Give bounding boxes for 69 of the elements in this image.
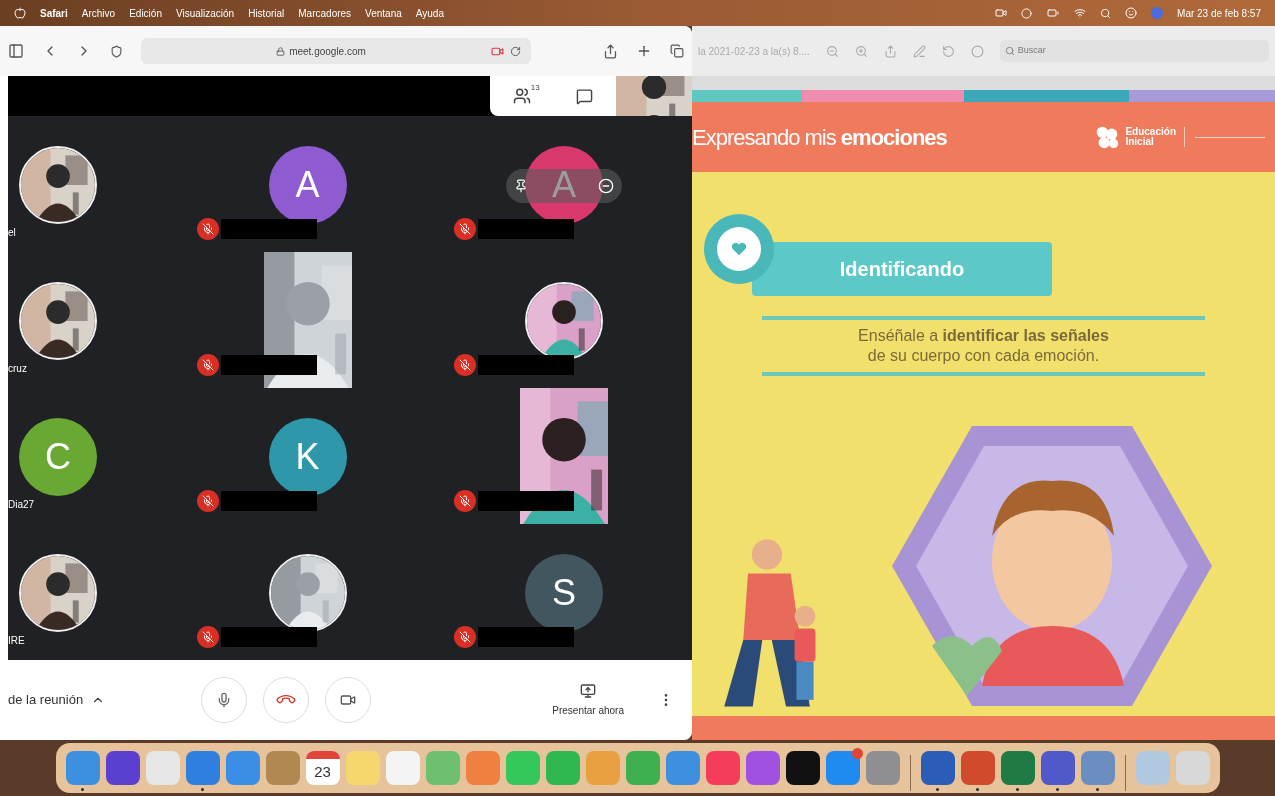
running-indicator	[81, 788, 84, 791]
avatar: C	[19, 418, 97, 496]
pin-icon[interactable]	[514, 179, 528, 193]
mic-off-icon	[454, 626, 476, 648]
menu-item[interactable]: Safari	[40, 5, 68, 21]
participant-count: 13	[530, 82, 540, 94]
menu-item[interactable]: Archivo	[81, 5, 116, 21]
meeting-details-label[interactable]: de la reunión	[8, 690, 84, 710]
camera-icon	[340, 692, 357, 708]
mic-off-icon	[197, 490, 219, 512]
mic-off-icon	[454, 218, 476, 240]
apple-icon[interactable]	[14, 7, 26, 19]
mic-off-icon	[454, 354, 476, 376]
address-field[interactable]: meet.google.com	[141, 38, 531, 64]
running-indicator	[1056, 788, 1059, 791]
sidebar-icon[interactable]	[8, 43, 24, 59]
rotate-icon[interactable]	[941, 44, 955, 58]
running-indicator	[1096, 788, 1099, 791]
window-title: la 2021-02-23 a la(s) 8....	[698, 44, 810, 59]
avatar: K	[268, 418, 347, 496]
shield-icon[interactable]	[110, 44, 123, 58]
participant-name: IRE	[8, 634, 25, 648]
search-icon	[1004, 46, 1015, 56]
markup-icon[interactable]	[912, 44, 926, 58]
menu-item[interactable]: Marcadores	[298, 5, 352, 21]
mic-off-icon	[197, 626, 219, 648]
wifi-icon[interactable]	[1074, 7, 1087, 19]
search-icon[interactable]	[1100, 7, 1112, 19]
heading-label: Identificando	[752, 242, 1052, 296]
chat-icon[interactable]	[576, 87, 594, 105]
status-icon[interactable]	[1021, 7, 1033, 19]
running-indicator	[936, 788, 939, 791]
url-text: meet.google.com	[289, 44, 366, 59]
running-indicator	[1016, 788, 1019, 791]
present-now-button[interactable]: Presentar ahora	[552, 682, 624, 718]
participant-name: el	[8, 226, 16, 240]
share-icon[interactable]	[603, 43, 618, 59]
battery-icon[interactable]	[1046, 7, 1061, 19]
slide-title: Expresando mis emociones	[692, 123, 947, 152]
menu-item[interactable]: Ventana	[365, 5, 402, 21]
reload-icon[interactable]	[510, 45, 521, 57]
lock-icon	[276, 46, 286, 56]
zoom-in-icon[interactable]	[854, 44, 868, 58]
new-tab-icon[interactable]	[636, 43, 652, 59]
participant-name: cruz	[8, 362, 27, 376]
menu-item[interactable]: Historial	[248, 5, 285, 21]
menu-item[interactable]: Edición	[129, 5, 162, 21]
mic-off-icon	[197, 354, 219, 376]
people-icon[interactable]	[512, 87, 531, 105]
remove-icon[interactable]	[598, 178, 614, 194]
slide-text: Enséñale a identificar las señales de su cuerpo con cada emoción.	[857, 326, 1110, 366]
mic-off-icon	[454, 490, 476, 512]
camera-icon[interactable]	[995, 7, 1008, 19]
logo-text: Educación Inicial	[1125, 127, 1185, 147]
participant-name: Dia27	[8, 498, 35, 512]
menu-item[interactable]: Visualización	[175, 5, 235, 21]
zoom-out-icon[interactable]	[825, 44, 839, 58]
menu-item[interactable]: Ayuda	[415, 5, 444, 21]
menu-clock[interactable]: Mar 23 de feb 8:57	[1177, 5, 1261, 21]
avatar: A	[268, 146, 347, 224]
mic-off-icon	[197, 218, 219, 240]
running-indicator	[976, 788, 979, 791]
search-placeholder: Buscar	[1017, 44, 1046, 58]
running-indicator	[201, 788, 204, 791]
avatar: S	[525, 554, 603, 632]
present-screen-icon	[580, 682, 597, 699]
tabs-icon[interactable]	[670, 44, 684, 58]
search-field[interactable]: Buscar	[999, 40, 1269, 62]
avatar: A	[525, 146, 603, 224]
